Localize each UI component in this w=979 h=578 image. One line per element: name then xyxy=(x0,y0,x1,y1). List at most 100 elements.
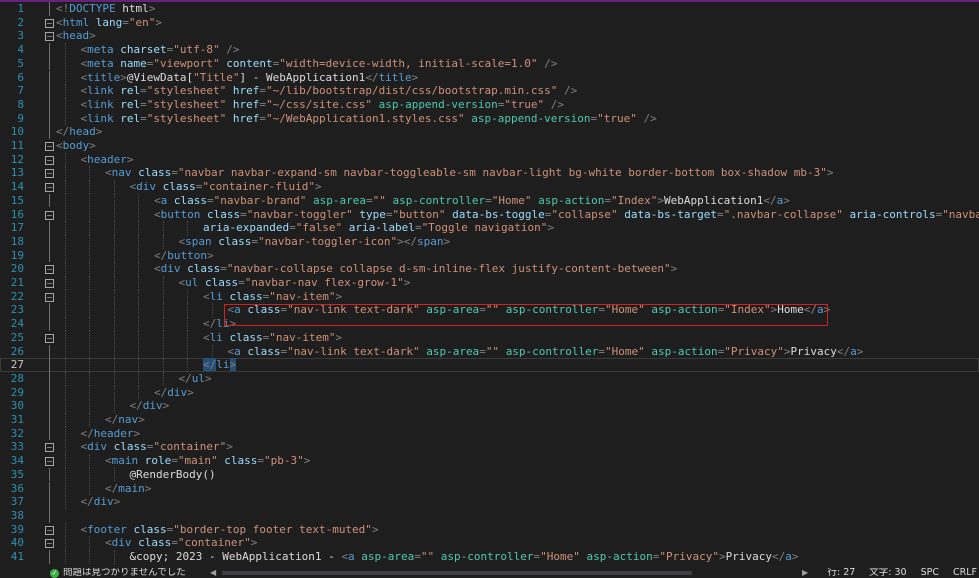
code-token: link xyxy=(87,84,114,98)
collapse-icon[interactable]: − xyxy=(45,155,54,165)
code-line[interactable]: 36 </main> xyxy=(0,481,979,496)
code-line[interactable]: 17 aria-expanded="false" aria-label="Togg… xyxy=(0,221,979,235)
collapse-icon[interactable]: − xyxy=(45,142,54,151)
issues-indicator[interactable]: ✓ 問題は見つかりませんでした xyxy=(50,568,186,578)
horizontal-scrollbar[interactable]: ◀ ▶ xyxy=(210,568,810,578)
code-line[interactable]: 15 <a class="navbar-brand" asp-area="" as… xyxy=(0,193,979,208)
collapse-icon[interactable]: − xyxy=(45,169,54,179)
code-line[interactable]: 22 − <li class="nav-item"> xyxy=(0,289,979,304)
line-ending[interactable]: CRLF xyxy=(953,568,977,578)
whitespace-mode[interactable]: SPC xyxy=(921,568,939,578)
fold-guide xyxy=(49,303,50,318)
line-number: 35 xyxy=(10,467,24,481)
code-line[interactable]: 25 − <li class="nav-item"> xyxy=(0,330,979,345)
code-line[interactable]: 20 − <div class="navbar-collapse collapse … xyxy=(0,262,979,276)
line-number: 14 xyxy=(10,180,24,194)
code-line[interactable]: 19 </button> xyxy=(0,248,979,263)
code-line[interactable]: 4 <meta charset="utf-8" /> xyxy=(0,43,979,57)
code-line[interactable]: 37 </div> xyxy=(0,495,979,509)
code-token: > xyxy=(250,536,258,550)
scrollbar-thumb[interactable] xyxy=(222,571,692,575)
code-token: > xyxy=(547,221,555,235)
code-line[interactable]: 30 </div> xyxy=(0,399,979,413)
code-line[interactable]: 14 − <div class="container-fluid"> xyxy=(0,180,979,194)
code-token: href xyxy=(232,97,260,111)
code-line[interactable]: 8 <link rel="stylesheet" href="~/css/site… xyxy=(0,97,979,112)
code-line[interactable]: 24 </li> xyxy=(0,317,979,331)
code-line[interactable]: 12 − <header> xyxy=(0,152,979,167)
collapse-icon[interactable]: − xyxy=(45,333,54,343)
code-line[interactable]: 26 <a class="nav-link text-dark" asp-area… xyxy=(0,344,979,359)
fold-guide xyxy=(49,413,50,427)
code-token: ".navbar-collapse" xyxy=(723,207,843,221)
code-line[interactable]: 5 <meta name="viewport" content="width=de… xyxy=(0,56,979,71)
collapse-icon[interactable]: − xyxy=(45,443,54,453)
indent-guide xyxy=(113,550,115,564)
code-line[interactable]: 40 − <div class="container"> xyxy=(0,536,979,550)
collapse-icon[interactable]: − xyxy=(45,279,54,288)
indent-guide xyxy=(187,317,188,331)
code-line[interactable]: 29 </div> xyxy=(0,385,979,400)
code-token: header xyxy=(87,152,127,166)
collapse-icon[interactable]: − xyxy=(45,32,54,42)
code-token: class xyxy=(247,303,281,317)
code-line[interactable]: 6 <title>@ViewData["Title"] - WebApplicat… xyxy=(0,70,979,85)
code-token: asp-controller xyxy=(440,550,534,563)
collapse-icon[interactable]: − xyxy=(45,183,54,193)
code-line[interactable]: 21 − <ul class="navbar-nav flex-grow-1"> xyxy=(0,276,979,290)
collapse-icon[interactable]: − xyxy=(45,292,54,302)
collapse-icon[interactable]: − xyxy=(45,539,54,549)
scroll-right-icon[interactable]: ▶ xyxy=(802,568,808,578)
code-line[interactable]: 13 − <nav class="navbar navbar-expand-sm n… xyxy=(0,166,979,181)
code-line[interactable]: 33 − <div class="container"> xyxy=(0,440,979,455)
code-line[interactable]: 28 </ul> xyxy=(0,371,979,386)
collapse-icon[interactable]: − xyxy=(45,18,54,28)
code-line[interactable]: 16− <button class="navbar-toggler" type="… xyxy=(0,207,979,222)
code-line[interactable]: 9 <link rel="stylesheet" href="~/WebAppli… xyxy=(0,111,979,126)
indent-guide xyxy=(64,536,66,550)
code-line[interactable]: 11 − <body> xyxy=(0,139,979,153)
code-line[interactable]: 18 <span class="navbar-toggler-icon"></sp… xyxy=(0,234,979,249)
indent-guide xyxy=(113,289,115,304)
line-indicator[interactable]: 行: 27 xyxy=(827,568,855,578)
code-line[interactable]: 2 − <html lang="en"> xyxy=(0,16,979,30)
line-number: 15 xyxy=(10,193,24,207)
indent-guide xyxy=(64,344,66,359)
code-token: asp-action xyxy=(651,344,718,358)
fold-guide xyxy=(49,84,50,98)
code-line[interactable]: 23 <a class="nav-link text-dark" asp-area… xyxy=(0,303,979,318)
code-line[interactable]: 38 xyxy=(0,508,979,523)
collapse-icon[interactable]: − xyxy=(45,457,54,467)
code-line[interactable]: 32 </header> xyxy=(0,426,979,441)
code-line[interactable]: 35 @RenderBody() xyxy=(0,467,979,482)
code-line[interactable]: 3 − <head> xyxy=(0,29,979,43)
code-editor[interactable]: 1 <!DOCTYPE html> 2− <html lang="en"> 3− <hea… xyxy=(0,2,979,568)
collapse-icon[interactable]: − xyxy=(45,265,54,275)
fold-guide xyxy=(49,467,50,482)
column-indicator[interactable]: 文字: 30 xyxy=(869,568,906,578)
indent-guide xyxy=(64,152,66,167)
code-line[interactable]: 27 </li> xyxy=(0,358,979,372)
code-text: </div> xyxy=(130,399,170,413)
collapse-icon[interactable]: − xyxy=(45,210,54,220)
code-line[interactable]: 10 </head> xyxy=(0,125,979,139)
scroll-left-icon[interactable]: ◀ xyxy=(210,568,216,578)
code-token: </ xyxy=(56,125,70,139)
collapse-icon[interactable]: − xyxy=(45,525,54,535)
code-line[interactable]: 7 <link rel="stylesheet" href="~/lib/boot… xyxy=(0,84,979,98)
code-line[interactable]: 1 <!DOCTYPE html> xyxy=(0,2,979,16)
code-line[interactable]: 31 </nav> xyxy=(0,413,979,427)
code-line[interactable]: 34− <main role="main" class="pb-3"> xyxy=(0,454,979,468)
code-token: > xyxy=(783,193,790,207)
code-line[interactable]: 41 &copy; 2023 - WebApplication1 - <a asp… xyxy=(0,550,979,564)
code-token: > xyxy=(783,344,791,358)
line-number: 16 xyxy=(10,207,24,221)
code-token: > xyxy=(207,248,214,262)
code-token: title xyxy=(87,70,121,84)
indent-guide xyxy=(64,385,66,400)
code-line[interactable]: 39 − <footer class="border-top footer text… xyxy=(0,522,979,537)
